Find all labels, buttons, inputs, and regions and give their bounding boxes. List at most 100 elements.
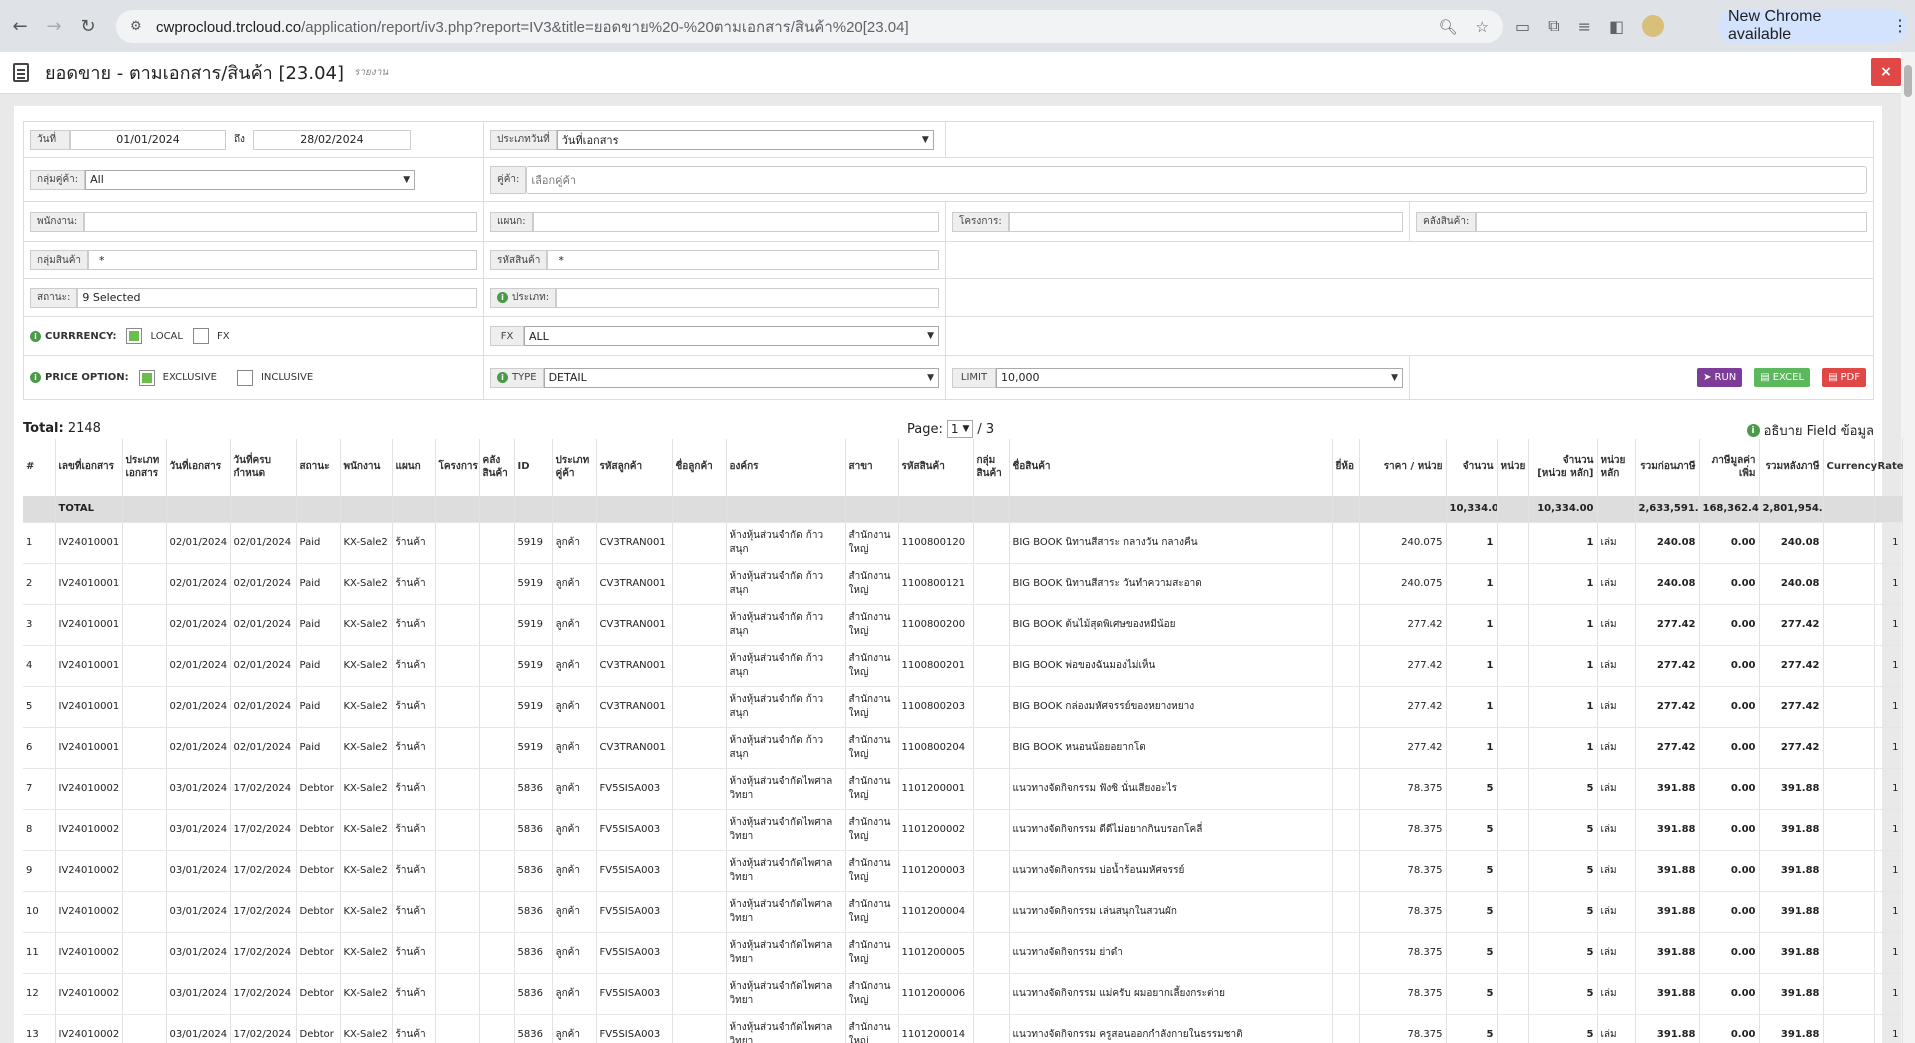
employee-input[interactable]: [84, 211, 477, 232]
cast-icon[interactable]: ▭: [1515, 17, 1530, 36]
table-cell: 02/01/2024: [230, 522, 297, 564]
address-bar[interactable]: ⚙ cwprocloud.trcloud.co/application/repo…: [116, 10, 1503, 43]
column-header[interactable]: ID: [514, 439, 553, 496]
table-row[interactable]: 9 IV24010002 03/01/2024 17/02/2024 Debtor KX-…: [23, 850, 1903, 892]
column-header[interactable]: หน่วย หลัก: [1597, 439, 1636, 496]
page-select[interactable]: 1 ▼: [946, 420, 974, 438]
media-icon[interactable]: ≡: [1578, 17, 1591, 36]
table-cell: ห้างหุ้นส่วนจำกัดไพศาลวิทยา: [726, 973, 846, 1015]
table-cell: 17/02/2024: [230, 809, 297, 851]
status-select[interactable]: 9 Selected: [77, 287, 477, 308]
column-header[interactable]: จำนวน: [1446, 439, 1498, 496]
run-button[interactable]: ➤ RUN: [1697, 368, 1743, 387]
customer-input[interactable]: เลือกคู่ค้า: [526, 165, 1867, 194]
column-header[interactable]: พนักงาน: [340, 439, 393, 496]
column-header[interactable]: วันที่ครบ กำหนด: [230, 439, 297, 496]
column-header[interactable]: Currency: [1823, 439, 1877, 496]
table-cell: 78.375: [1359, 850, 1447, 892]
column-header[interactable]: ประเภท เอกสาร: [122, 439, 167, 496]
close-button[interactable]: ×: [1871, 58, 1901, 86]
site-settings-icon[interactable]: ⚙: [130, 19, 146, 35]
field-explain-link[interactable]: i อธิบาย Field ข้อมูล: [1746, 420, 1874, 441]
scrollbar-thumb[interactable]: [1904, 65, 1912, 97]
limit-select[interactable]: 10,000 ▼: [996, 367, 1403, 388]
column-header[interactable]: รหัสสินค้า: [898, 439, 974, 496]
column-header[interactable]: จำนวน [หน่วย หลัก]: [1528, 439, 1598, 496]
table-row[interactable]: 6 IV24010001 02/01/2024 02/01/2024 Paid KX-Sa…: [23, 727, 1903, 769]
table-row[interactable]: 4 IV24010001 02/01/2024 02/01/2024 Paid KX-Sa…: [23, 645, 1903, 687]
info-icon: i: [497, 292, 508, 303]
date-to-input[interactable]: 28/02/2024: [252, 129, 411, 150]
table-row[interactable]: 7 IV24010002 03/01/2024 17/02/2024 Debtor KX-…: [23, 768, 1903, 810]
excel-button[interactable]: ▤ EXCEL: [1754, 368, 1811, 387]
column-header[interactable]: รหัสลูกค้า: [596, 439, 673, 496]
table-cell: 391.88: [1759, 973, 1824, 1015]
table-cell: Paid: [296, 645, 341, 687]
table-cell: 1: [1528, 604, 1598, 646]
project-input[interactable]: [1008, 211, 1403, 232]
column-header[interactable]: คลัง สินค้า: [479, 439, 515, 496]
bookmark-star-icon[interactable]: ☆: [1476, 18, 1489, 36]
table-row[interactable]: 8 IV24010002 03/01/2024 17/02/2024 Debtor KX-…: [23, 809, 1903, 851]
table-row[interactable]: 11 IV24010002 03/01/2024 17/02/2024 Debtor KX…: [23, 932, 1903, 974]
page-scrollbar[interactable]: [1901, 52, 1915, 1043]
department-input[interactable]: [532, 211, 939, 232]
extensions-icon[interactable]: ⧉: [1548, 16, 1559, 36]
new-chrome-button[interactable]: New Chrome available ⋮: [1718, 8, 1908, 43]
fx-select[interactable]: ALL ▼: [524, 326, 939, 346]
product-code-input[interactable]: *: [547, 250, 939, 270]
column-header[interactable]: Rate: [1874, 439, 1904, 496]
table-row[interactable]: 3 IV24010001 02/01/2024 02/01/2024 Paid KX-Sa…: [23, 604, 1903, 646]
column-header[interactable]: ชื่อสินค้า: [1009, 439, 1333, 496]
currency-fx-checkbox[interactable]: [192, 328, 209, 344]
column-header[interactable]: ประเภท คู่ค้า: [552, 439, 597, 496]
column-header[interactable]: องค์กร: [726, 439, 846, 496]
table-cell: 1100800121: [898, 563, 974, 605]
product-group-input[interactable]: *: [88, 250, 477, 270]
customer-group-select[interactable]: All ▼: [85, 169, 416, 190]
column-header[interactable]: รวมก่อนภาษี: [1635, 439, 1700, 496]
table-cell: 0.00: [1699, 768, 1760, 810]
column-header[interactable]: สาขา: [845, 439, 899, 496]
price-inclusive-checkbox[interactable]: [236, 369, 253, 386]
column-header[interactable]: ยี่ห้อ: [1332, 439, 1360, 496]
column-header[interactable]: ภาษีมูลค่า เพิ่ม: [1699, 439, 1760, 496]
back-icon[interactable]: ←: [6, 12, 34, 40]
table-row[interactable]: 2 IV24010001 02/01/2024 02/01/2024 Paid KX-Sa…: [23, 563, 1903, 605]
price-exclusive-checkbox[interactable]: [138, 369, 155, 386]
currency-local-checkbox[interactable]: [126, 328, 143, 344]
warehouse-input[interactable]: [1476, 211, 1867, 232]
table-row[interactable]: 5 IV24010001 02/01/2024 02/01/2024 Paid KX-Sa…: [23, 686, 1903, 728]
limit-cell: LIMIT 10,000 ▼: [946, 356, 1410, 399]
column-header[interactable]: แผนก: [392, 439, 436, 496]
table-row[interactable]: 13 IV24010002 03/01/2024 17/02/2024 Debtor KX…: [23, 1014, 1903, 1043]
side-panel-icon[interactable]: ◧: [1609, 17, 1624, 36]
zoom-icon[interactable]: 🔍︎: [1439, 18, 1458, 36]
table-row[interactable]: 10 IV24010002 03/01/2024 17/02/2024 Debtor KX…: [23, 891, 1903, 933]
category-input[interactable]: [556, 287, 939, 308]
table-cell: 240.08: [1635, 563, 1700, 605]
forward-icon[interactable]: →: [40, 12, 68, 40]
column-header[interactable]: เลขที่เอกสาร: [55, 439, 123, 496]
table-cell: 8: [23, 809, 56, 851]
reload-icon[interactable]: ↻: [74, 12, 102, 40]
column-header[interactable]: หน่วย: [1497, 439, 1529, 496]
column-header[interactable]: โครงการ: [435, 439, 480, 496]
pdf-button[interactable]: ▤ PDF: [1822, 368, 1866, 387]
column-header[interactable]: วันที่เอกสาร: [166, 439, 231, 496]
column-header[interactable]: #: [23, 439, 56, 496]
date-from-input[interactable]: 01/01/2024: [70, 129, 226, 150]
column-header[interactable]: รวมหลังภาษี: [1759, 439, 1824, 496]
excel-label: EXCEL: [1772, 372, 1805, 383]
column-header[interactable]: ชื่อลูกค้า: [672, 439, 727, 496]
column-header[interactable]: ราคา / หน่วย: [1359, 439, 1447, 496]
table-row[interactable]: 1 IV24010001 02/01/2024 02/01/2024 Paid KX-Sa…: [23, 522, 1903, 564]
column-header[interactable]: กลุ่ม สินค้า: [973, 439, 1010, 496]
table-row[interactable]: 12 IV24010002 03/01/2024 17/02/2024 Debtor KX…: [23, 973, 1903, 1015]
more-menu-icon[interactable]: ⋮: [1892, 16, 1908, 36]
column-header[interactable]: สถานะ: [296, 439, 341, 496]
profile-avatar[interactable]: [1642, 15, 1665, 37]
url-text[interactable]: cwprocloud.trcloud.co/application/report…: [156, 15, 1503, 39]
type-select[interactable]: DETAIL ▼: [543, 367, 939, 388]
date-type-select[interactable]: วันที่เอกสาร ▼: [556, 129, 934, 150]
